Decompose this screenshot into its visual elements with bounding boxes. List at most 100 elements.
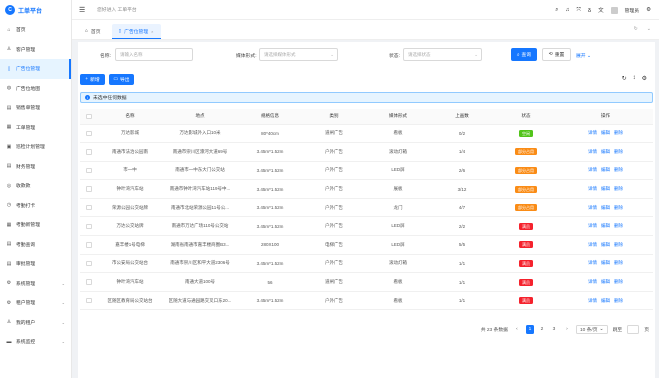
sidebar-item-15[interactable]: ♙ 我的租户 ⌄ (0, 313, 71, 333)
row-select-cell[interactable] (80, 235, 98, 255)
row-checkbox[interactable] (86, 149, 92, 155)
detail-link[interactable]: 详情 (588, 186, 597, 191)
detail-link[interactable]: 详情 (588, 130, 597, 135)
row-checkbox[interactable] (86, 204, 92, 211)
fullscreen-icon[interactable]: ⤧ (576, 7, 580, 14)
delete-link[interactable]: 删除 (614, 223, 623, 228)
edit-link[interactable]: 编辑 (601, 130, 610, 135)
sidebar-item-10[interactable]: ▦ 考勤新管理 (0, 215, 71, 235)
row-checkbox[interactable] (86, 260, 92, 267)
row-select-cell[interactable] (80, 124, 98, 144)
tab-0[interactable]: ⌂ 首页 (78, 24, 108, 39)
font-size-icon[interactable]: Ᵹ (588, 6, 591, 14)
sidebar-item-16[interactable]: ▬ 系统监控 ⌄ (0, 332, 71, 352)
row-checkbox[interactable] (86, 130, 92, 137)
sidebar-item-0[interactable]: ⌂ 首页 (0, 20, 71, 40)
edit-link[interactable]: 编辑 (601, 298, 610, 303)
sidebar-item-3[interactable]: ◍ 广告位地图 (0, 79, 71, 99)
page-button[interactable]: 3 (550, 325, 558, 334)
menu-toggle-icon[interactable]: ☰ (79, 6, 91, 14)
refresh-icon[interactable]: ↻ (622, 75, 627, 82)
edit-link[interactable]: 编辑 (601, 260, 610, 265)
name-input[interactable]: 请输入名称 (115, 48, 193, 61)
row-checkbox[interactable] (86, 223, 92, 230)
avatar[interactable] (610, 6, 618, 14)
sidebar-item-11[interactable]: ▤ 考勤查询 (0, 235, 71, 255)
detail-link[interactable]: 详情 (588, 242, 597, 247)
search-button[interactable]: ⌕ 查询 (511, 48, 537, 61)
row-select-cell[interactable] (80, 179, 98, 199)
row-checkbox[interactable] (86, 167, 92, 174)
refresh-tab-icon[interactable]: ↻ (634, 26, 638, 32)
detail-link[interactable]: 详情 (588, 298, 597, 303)
user-name[interactable]: 管理员 (625, 7, 639, 14)
detail-link[interactable]: 详情 (588, 223, 597, 228)
sidebar-item-6[interactable]: ▣ 巡检计划管理 (0, 137, 71, 157)
select-all-cell[interactable] (80, 109, 98, 125)
page-button[interactable]: 1 (525, 324, 534, 334)
row-select-cell[interactable] (80, 291, 98, 311)
setting-icon[interactable]: ⚙ (642, 75, 647, 82)
reset-button[interactable]: ⟲ 重置 (542, 48, 571, 61)
prev-page-button[interactable]: ‹ (513, 325, 521, 334)
sidebar-item-2[interactable]: ▯ 广告位管理 (0, 59, 71, 79)
settings-icon[interactable]: ⚙ (646, 7, 651, 13)
detail-link[interactable]: 详情 (588, 205, 597, 210)
sidebar-item-4[interactable]: ▤ 销售单管理 (0, 98, 71, 118)
media-select[interactable]: 请选择媒体形式 ⌄ (259, 48, 338, 61)
row-select-cell[interactable] (80, 254, 98, 274)
add-button[interactable]: + 新增 (80, 74, 105, 85)
row-checkbox[interactable] (86, 186, 92, 192)
delete-link[interactable]: 删除 (614, 279, 623, 284)
translate-icon[interactable]: 文 (598, 6, 604, 14)
page-button[interactable]: 2 (538, 325, 546, 334)
edit-link[interactable]: 编辑 (601, 205, 610, 210)
sidebar-item-12[interactable]: ▤ 审批管理 (0, 254, 71, 274)
delete-link[interactable]: 删除 (614, 149, 623, 154)
row-select-cell[interactable] (80, 142, 98, 162)
row-select-cell[interactable] (80, 161, 98, 181)
delete-link[interactable]: 删除 (614, 242, 623, 247)
edit-link[interactable]: 编辑 (601, 279, 610, 284)
sidebar-item-8[interactable]: ◎ 收款款 (0, 176, 71, 196)
tab-1[interactable]: ▯ 广告位管理 × (111, 24, 161, 39)
sidebar-item-5[interactable]: ▦ 工单管理 (0, 118, 71, 138)
next-page-button[interactable]: › (563, 325, 571, 334)
sidebar-item-13[interactable]: ⚙ 系统管理 ⌄ (0, 274, 71, 294)
column-height-icon[interactable]: ↕ (633, 75, 636, 82)
row-select-cell[interactable] (80, 272, 98, 292)
delete-link[interactable]: 删除 (614, 167, 623, 172)
page-size-select[interactable]: 10 条/页 ⌄ (575, 324, 608, 334)
detail-link[interactable]: 详情 (588, 167, 597, 172)
expand-link[interactable]: 展开 ⌄ (576, 52, 591, 59)
detail-link[interactable]: 详情 (588, 279, 597, 284)
select-all-checkbox[interactable] (86, 113, 92, 120)
edit-link[interactable]: 编辑 (601, 186, 610, 191)
delete-link[interactable]: 删除 (614, 186, 623, 191)
chevron-down-icon[interactable]: ⌄ (647, 26, 651, 32)
app-logo[interactable]: C 工单平台 (0, 0, 71, 20)
edit-link[interactable]: 编辑 (601, 149, 610, 154)
row-checkbox[interactable] (86, 242, 92, 248)
jump-input[interactable] (627, 324, 640, 334)
edit-link[interactable]: 编辑 (601, 242, 610, 247)
sidebar-item-14[interactable]: ⚙ 租户管理 ⌄ (0, 293, 71, 313)
delete-link[interactable]: 删除 (614, 298, 623, 303)
delete-link[interactable]: 删除 (614, 130, 623, 135)
sidebar-item-7[interactable]: ▤ 财务管理 (0, 157, 71, 177)
bell-icon[interactable]: ♫ (565, 7, 569, 13)
close-icon[interactable]: × (151, 29, 153, 34)
delete-link[interactable]: 删除 (614, 205, 623, 210)
row-select-cell[interactable] (80, 198, 98, 218)
detail-link[interactable]: 详情 (588, 149, 597, 154)
detail-link[interactable]: 详情 (588, 260, 597, 265)
edit-link[interactable]: 编辑 (601, 167, 610, 172)
row-checkbox[interactable] (86, 297, 92, 304)
sidebar-item-1[interactable]: ♙ 客户管理 (0, 40, 71, 60)
status-select[interactable]: 请选择状态 ⌄ (403, 48, 482, 61)
search-icon[interactable]: ⌕ (555, 7, 558, 14)
row-checkbox[interactable] (86, 279, 92, 285)
edit-link[interactable]: 编辑 (601, 223, 610, 228)
export-button[interactable]: ▭ 导出 (109, 74, 134, 85)
sidebar-item-9[interactable]: ◷ 考勤打卡 (0, 196, 71, 216)
